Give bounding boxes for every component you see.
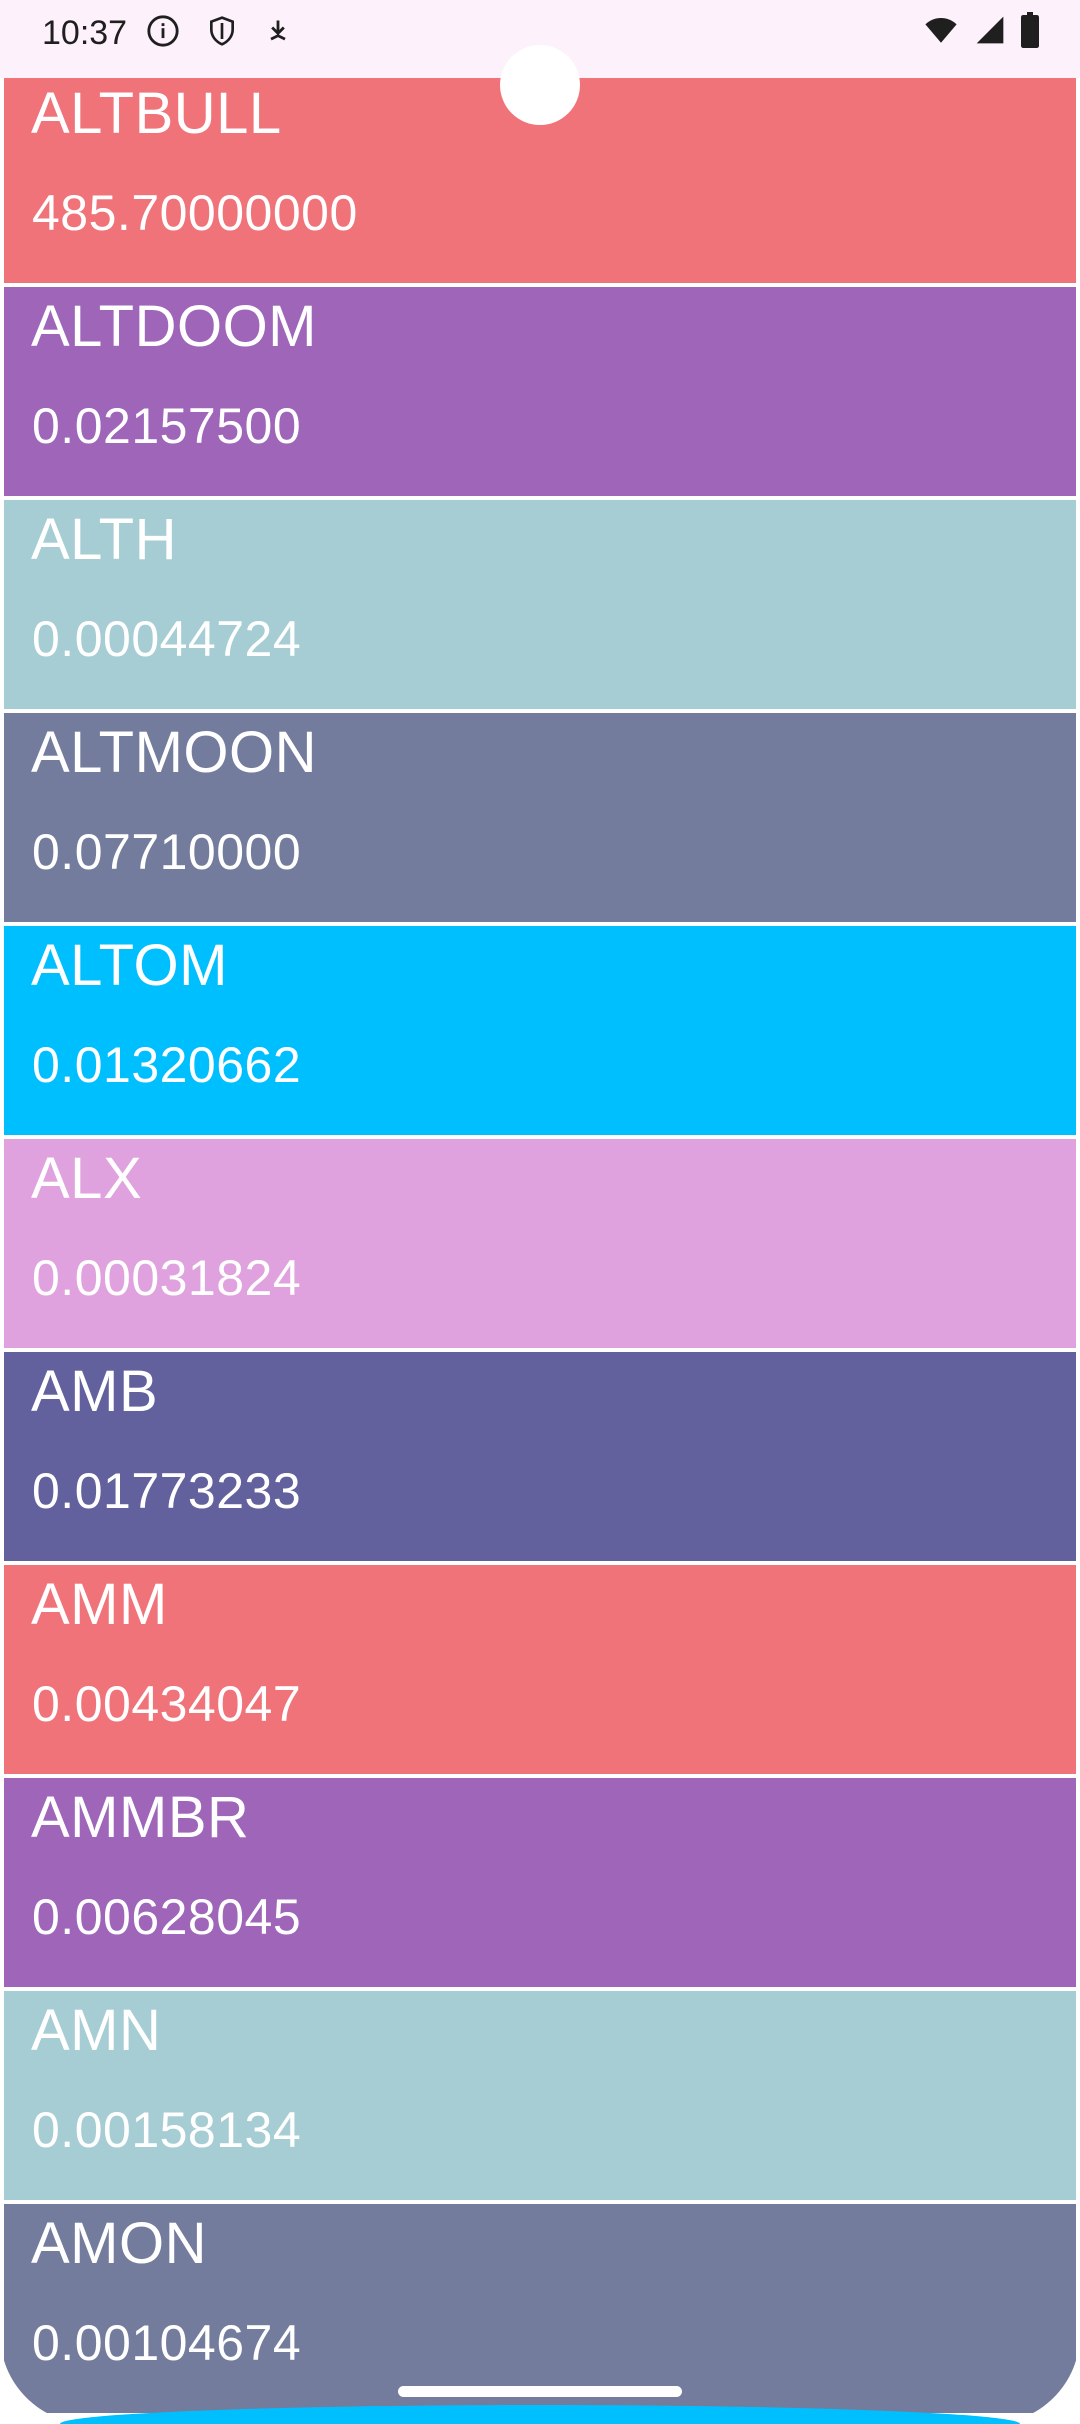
coin-price: 0.00104674 bbox=[32, 2315, 302, 2371]
battery-icon bbox=[1020, 12, 1040, 53]
list-item[interactable]: ALTDOOM 0.02157500 bbox=[4, 287, 1076, 496]
coin-symbol: ALTH bbox=[31, 507, 177, 572]
coin-symbol: ALTMOON bbox=[31, 720, 317, 785]
coin-symbol: ALX bbox=[31, 1146, 143, 1211]
list-item[interactable]: ALTOM 0.01320662 bbox=[4, 926, 1076, 1135]
coin-price: 0.00031824 bbox=[32, 1250, 302, 1306]
screen: 10:37 ALTBULL 485.70000000 ALTDOOM 0.021… bbox=[0, 0, 1080, 2424]
list-item[interactable]: ALTH 0.00044724 bbox=[4, 500, 1076, 709]
list-item[interactable]: ALTMOON 0.07710000 bbox=[4, 713, 1076, 922]
list-item[interactable]: AMON 0.00104674 bbox=[4, 2204, 1076, 2413]
list-item[interactable]: AMN 0.00158134 bbox=[4, 1991, 1076, 2200]
status-time: 10:37 bbox=[42, 14, 128, 52]
coin-list-viewport[interactable]: ALTBULL 485.70000000 ALTDOOM 0.02157500 … bbox=[0, 78, 1080, 2424]
coin-symbol: AMN bbox=[31, 1998, 162, 2063]
list-item[interactable]: AMB 0.01773233 bbox=[4, 1352, 1076, 1561]
coin-price: 0.00434047 bbox=[32, 1676, 302, 1732]
status-right-icons bbox=[922, 12, 1040, 53]
signal-icon bbox=[974, 14, 1006, 51]
coin-price: 0.00158134 bbox=[32, 2102, 302, 2158]
list-item[interactable]: AMMBR 0.00628045 bbox=[4, 1778, 1076, 1987]
coin-symbol: AMM bbox=[31, 1572, 168, 1637]
list-item[interactable]: ALX 0.00031824 bbox=[4, 1139, 1076, 1348]
info-icon bbox=[146, 14, 180, 53]
list-item[interactable]: AMM 0.00434047 bbox=[4, 1565, 1076, 1774]
status-left-icons bbox=[146, 14, 292, 53]
coin-list[interactable]: ALTBULL 485.70000000 ALTDOOM 0.02157500 … bbox=[0, 78, 1080, 2417]
coin-symbol: AMMBR bbox=[31, 1785, 250, 1850]
coin-price: 0.01320662 bbox=[32, 1037, 302, 1093]
coin-price: 0.00044724 bbox=[32, 611, 302, 667]
coin-symbol: ALTBULL bbox=[31, 81, 282, 146]
wifi-icon bbox=[922, 13, 960, 52]
coin-price: 0.02157500 bbox=[32, 398, 302, 454]
gesture-nav-handle[interactable] bbox=[398, 2386, 682, 2397]
shield-icon bbox=[206, 14, 238, 53]
download-icon bbox=[264, 16, 292, 51]
coin-symbol: ALTDOOM bbox=[31, 294, 317, 359]
coin-price: 0.00628045 bbox=[32, 1889, 302, 1945]
coin-price: 485.70000000 bbox=[32, 185, 358, 241]
coin-symbol: AMON bbox=[31, 2211, 207, 2276]
coin-symbol: ALTOM bbox=[31, 933, 228, 998]
coin-price: 0.07710000 bbox=[32, 824, 302, 880]
coin-price: 0.01773233 bbox=[32, 1463, 302, 1519]
camera-cutout bbox=[500, 45, 580, 125]
coin-symbol: AMB bbox=[31, 1359, 159, 1424]
